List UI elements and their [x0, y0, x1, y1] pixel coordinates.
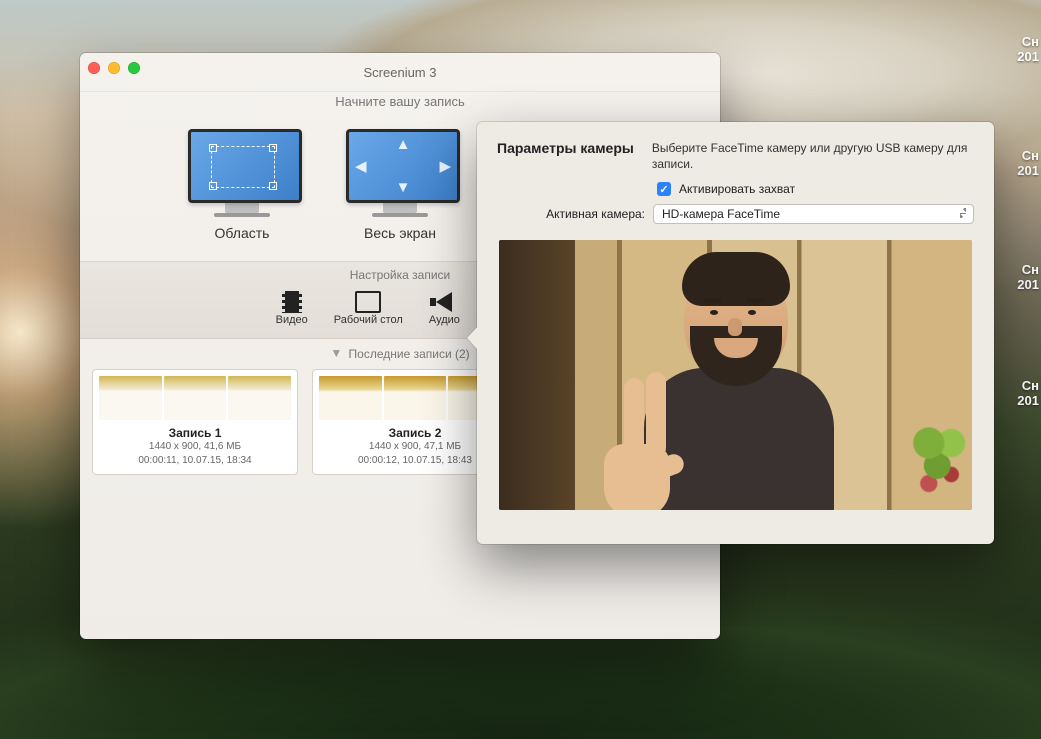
close-icon[interactable]: [88, 62, 100, 74]
tab-video-label: Видео: [276, 314, 308, 326]
tab-audio-label: Аудио: [429, 314, 460, 326]
recording-item[interactable]: Запись 1 1440 x 900, 41,6 МБ 00:00:11, 1…: [92, 369, 298, 475]
mode-area[interactable]: Область: [188, 129, 296, 241]
plant-icon: [912, 416, 968, 506]
recent-header-label: Последние записи (2): [349, 347, 470, 361]
tab-video[interactable]: Видео: [272, 288, 312, 328]
recording-meta: 1440 x 900, 41,6 МБ: [99, 440, 291, 454]
mode-fullscreen[interactable]: ▲▼ ◀▶ Весь экран: [346, 129, 454, 241]
window-subtitle: Начните вашу запись: [80, 94, 720, 109]
desktop-file-label: Сн201: [1017, 262, 1041, 292]
activate-capture-label: Активировать захват: [679, 182, 795, 196]
mode-area-label: Область: [215, 225, 270, 241]
popover-title: Параметры камеры: [497, 140, 634, 156]
active-camera-label: Активная камера:: [497, 207, 645, 221]
active-camera-value: HD-камера FaceTime: [662, 207, 780, 221]
zoom-icon[interactable]: [128, 62, 140, 74]
window-controls: [88, 62, 140, 74]
desktop-file-label: Сн201: [1017, 378, 1041, 408]
tab-desktop-label: Рабочий стол: [334, 314, 403, 326]
activate-capture-checkbox[interactable]: ✓: [657, 182, 671, 196]
desktop-file-label: Сн201: [1017, 34, 1041, 64]
window-title: Screenium 3: [364, 65, 437, 80]
thumbnail-strip: [99, 376, 291, 420]
speaker-icon: [431, 290, 457, 314]
active-camera-select[interactable]: HD-камера FaceTime: [653, 204, 974, 224]
popover-description: Выберите FaceTime камеру или другую USB …: [652, 140, 974, 172]
titlebar[interactable]: Screenium 3: [80, 53, 720, 92]
disclosure-triangle-icon: ▼: [330, 346, 342, 360]
recording-title: Запись 1: [99, 426, 291, 440]
camera-settings-popover: Параметры камеры Выберите FaceTime камер…: [477, 122, 994, 544]
monitor-icon: ▲▼ ◀▶: [346, 129, 454, 217]
minimize-icon[interactable]: [108, 62, 120, 74]
monitor-icon: [188, 129, 296, 217]
desktop-icon: [355, 290, 381, 314]
mode-fullscreen-label: Весь экран: [364, 225, 436, 241]
person-figure: [586, 248, 886, 508]
desktop-file-label: Сн201: [1017, 148, 1041, 178]
tab-desktop[interactable]: Рабочий стол: [330, 288, 407, 328]
recording-meta: 00:00:11, 10.07.15, 18:34: [99, 454, 291, 468]
tab-audio[interactable]: Аудио: [425, 288, 464, 328]
camera-preview: [499, 240, 972, 510]
film-icon: [279, 290, 305, 314]
